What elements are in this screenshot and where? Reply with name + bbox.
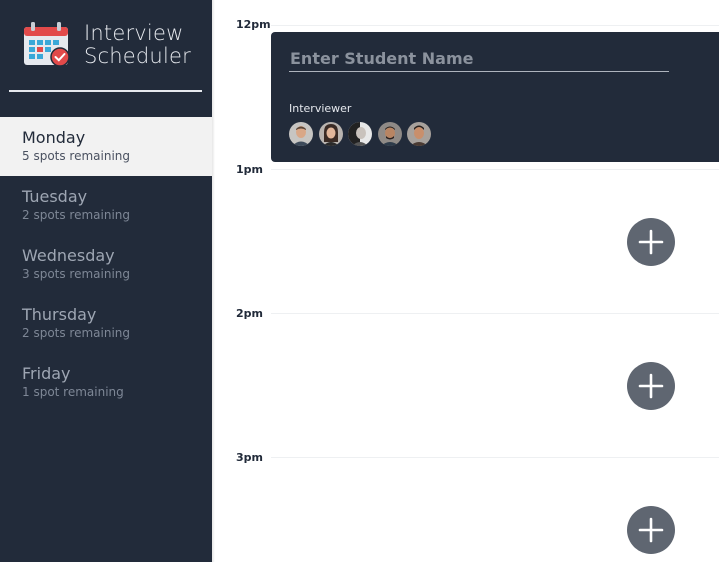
day-name: Friday [22, 364, 71, 383]
sidebar: Interview Scheduler Monday 5 spots remai… [0, 0, 212, 562]
day-spots-remaining: 3 spots remaining [22, 267, 131, 281]
time-label-12pm: 12pm [236, 18, 271, 31]
day-spots-remaining: 5 spots remaining [22, 149, 131, 163]
day-item-tuesday[interactable]: Tuesday 2 spots remaining [0, 176, 212, 235]
hour-divider [271, 457, 719, 458]
day-item-thursday[interactable]: Thursday 2 spots remaining [0, 294, 212, 353]
app-title-line2: Scheduler [84, 44, 191, 68]
plus-icon [638, 373, 664, 399]
interviewer-avatar-4[interactable] [377, 122, 402, 146]
day-name: Monday [22, 128, 86, 147]
interviewer-list [289, 122, 437, 146]
add-appointment-button[interactable] [627, 362, 675, 410]
app-title-line1: Interview [84, 21, 184, 45]
day-list: Monday 5 spots remaining Tuesday 2 spots… [0, 117, 212, 412]
appointment-form-card: Interviewer [271, 32, 719, 162]
hour-divider [271, 25, 719, 26]
time-label-1pm: 1pm [236, 163, 263, 176]
brand-divider [9, 90, 202, 92]
interviewer-avatar-5[interactable] [407, 122, 431, 146]
day-name: Thursday [22, 305, 97, 324]
interviewer-label: Interviewer [289, 102, 352, 115]
app: Interview Scheduler Monday 5 spots remai… [0, 0, 719, 562]
plus-icon [638, 229, 664, 255]
plus-icon [638, 517, 664, 543]
interviewer-avatar-1[interactable] [289, 122, 313, 146]
day-item-monday[interactable]: Monday 5 spots remaining [0, 117, 212, 176]
interviewer-avatar-3[interactable] [348, 122, 372, 146]
day-item-wednesday[interactable]: Wednesday 3 spots remaining [0, 235, 212, 294]
day-spots-remaining: 2 spots remaining [22, 208, 131, 222]
add-appointment-button[interactable] [627, 506, 675, 554]
time-label-3pm: 3pm [236, 451, 263, 464]
day-name: Tuesday [22, 187, 88, 206]
app-title: Interview Scheduler [84, 22, 191, 68]
calendar-icon [24, 22, 70, 67]
schedule: 12pm 1pm 2pm 3pm Interviewer [212, 0, 719, 562]
student-name-input[interactable] [289, 46, 669, 72]
day-spots-remaining: 1 spot remaining [22, 385, 124, 399]
add-appointment-button[interactable] [627, 218, 675, 266]
day-name: Wednesday [22, 246, 115, 265]
hour-divider [271, 169, 719, 170]
day-spots-remaining: 2 spots remaining [22, 326, 131, 340]
brand: Interview Scheduler [22, 20, 191, 70]
interviewer-avatar-2[interactable] [318, 122, 343, 146]
day-item-friday[interactable]: Friday 1 spot remaining [0, 353, 212, 412]
hour-divider [271, 313, 719, 314]
time-label-2pm: 2pm [236, 307, 263, 320]
